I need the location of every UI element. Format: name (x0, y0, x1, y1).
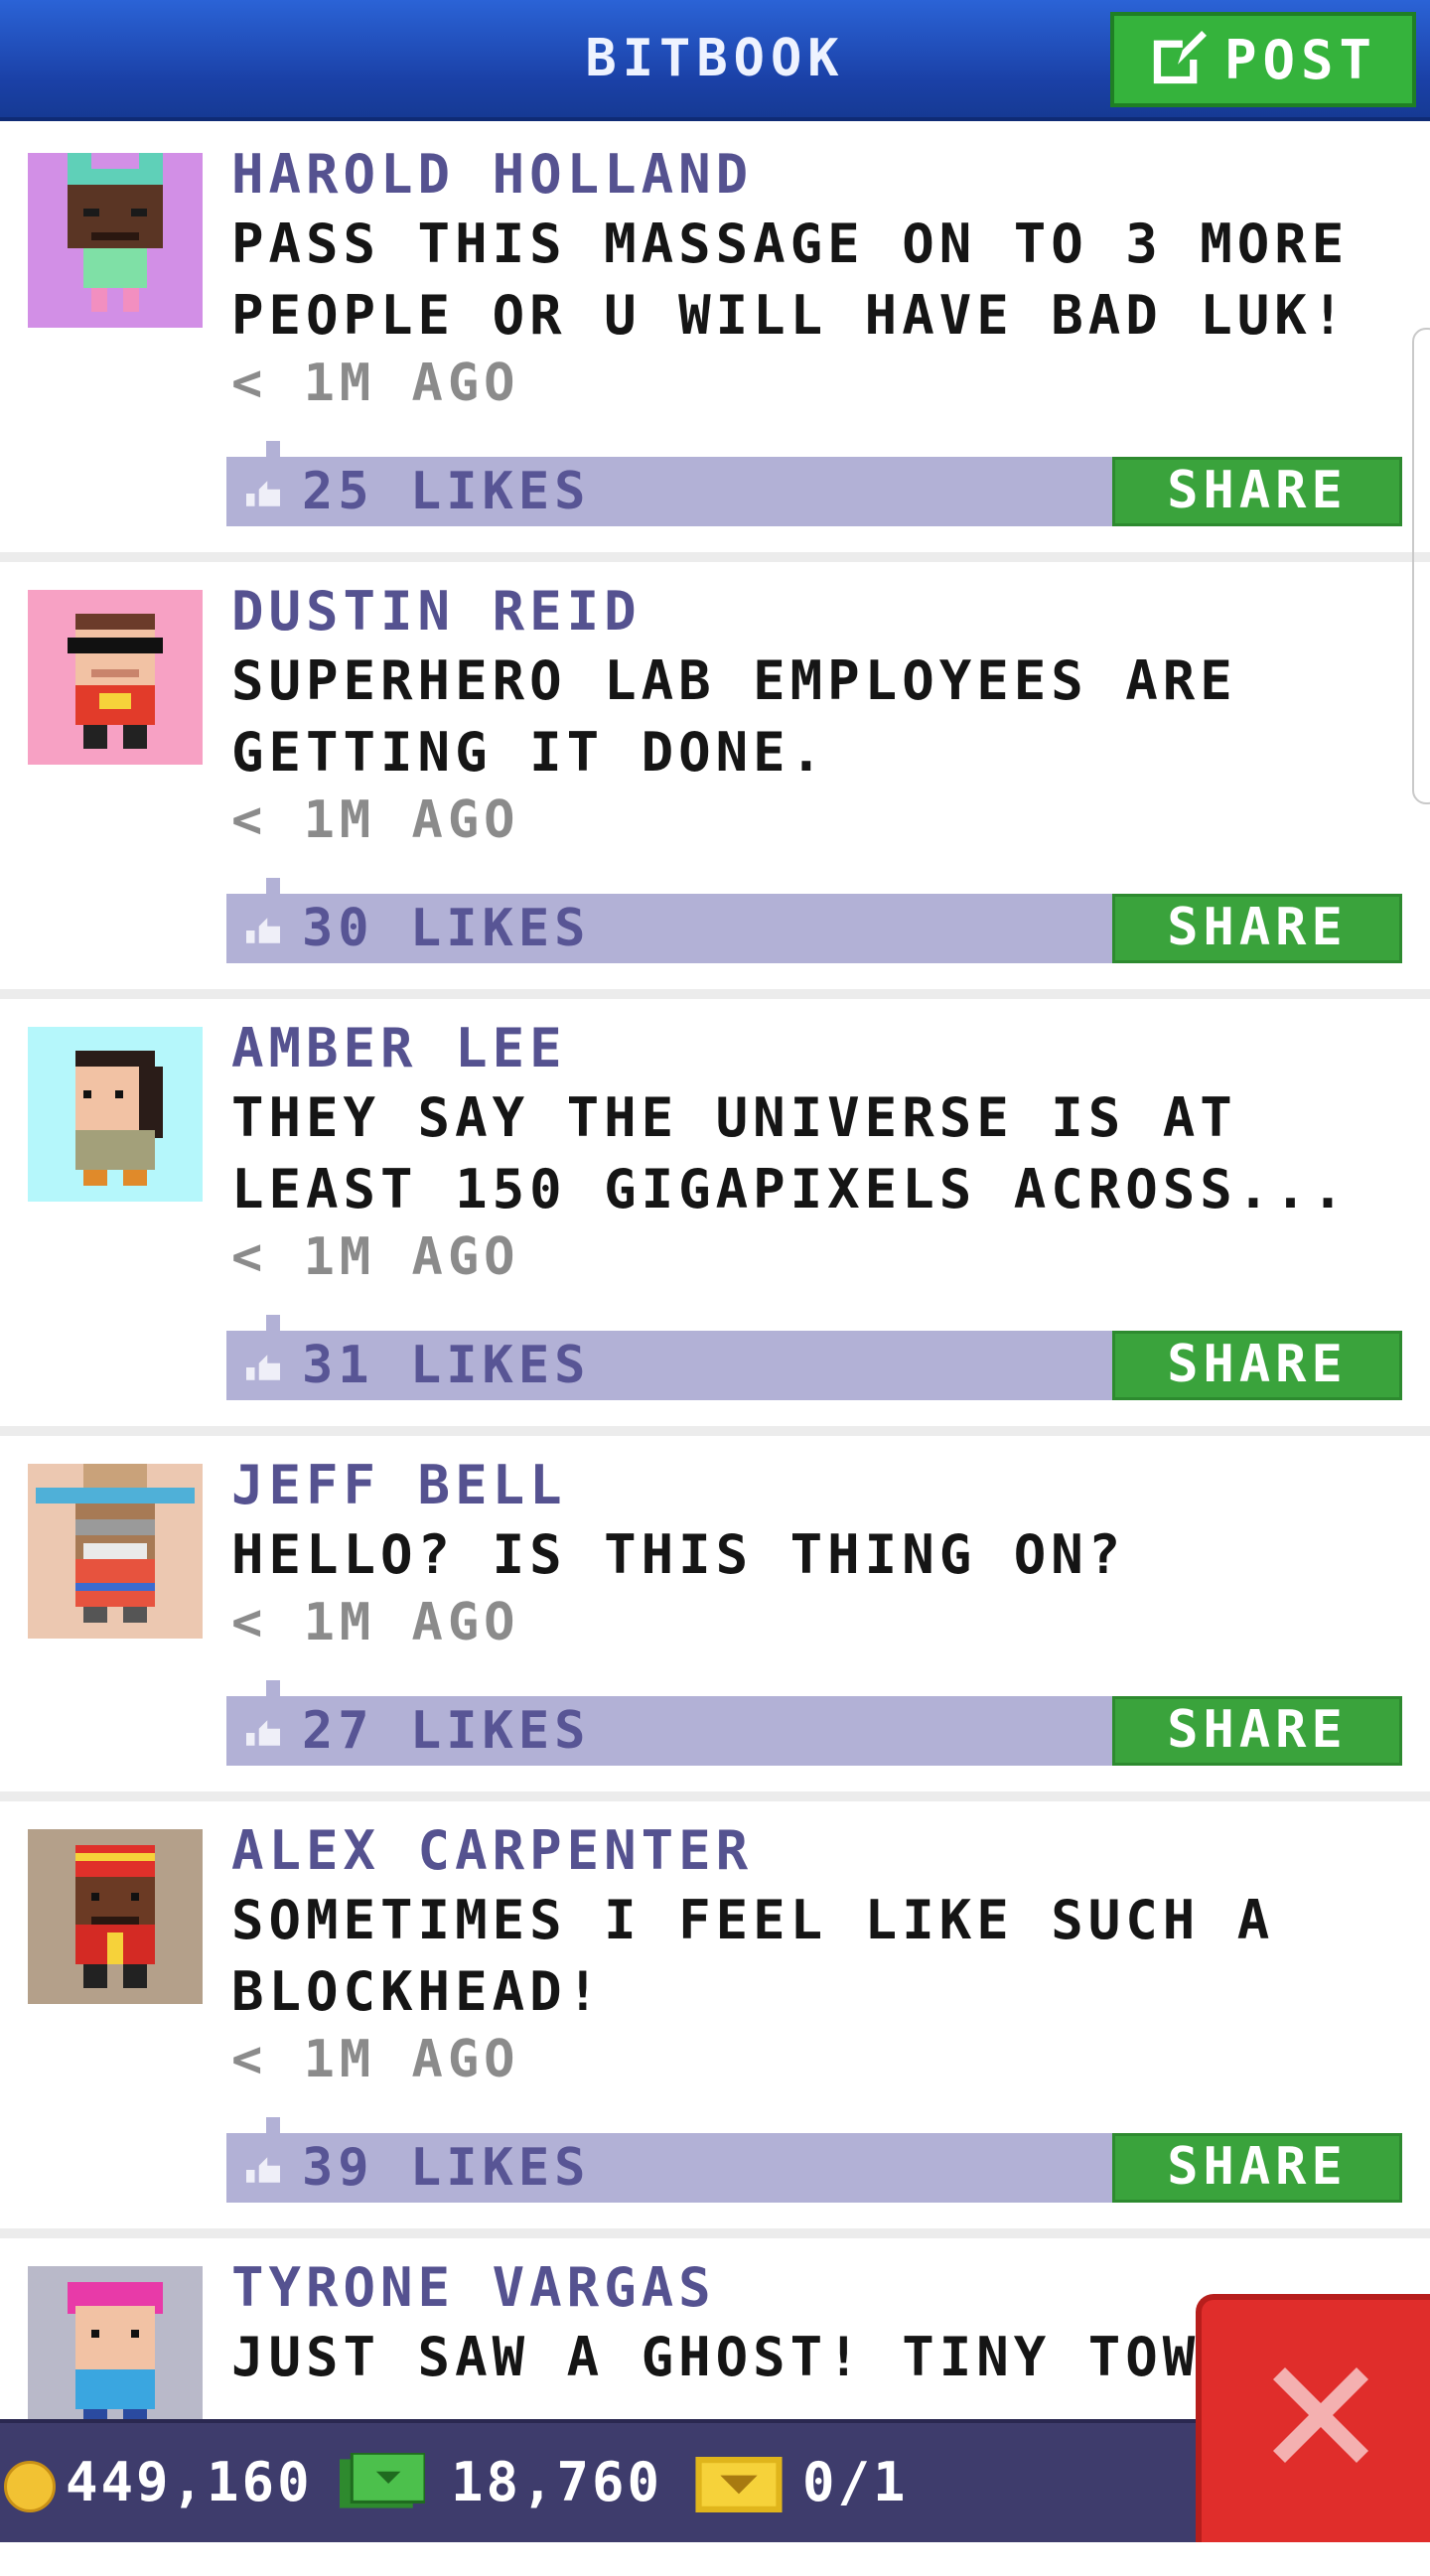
like-icon[interactable] (246, 1355, 280, 1380)
post-button-label: POST (1223, 28, 1378, 91)
avatar-image (28, 1027, 203, 1202)
avatar[interactable] (28, 1829, 203, 2004)
avatar-image (28, 590, 203, 765)
post-author[interactable]: HAROLD HOLLAND (231, 143, 753, 206)
avatar-image (28, 1464, 203, 1639)
like-icon[interactable] (246, 1720, 280, 1746)
close-button[interactable] (1196, 2294, 1430, 2542)
likes-count: 31 LIKES (302, 1336, 591, 1395)
edit-icon (1153, 31, 1207, 84)
likes-count: 25 LIKES (302, 462, 591, 521)
likes-bar: 31 LIKES SHARE (226, 1315, 1402, 1400)
post-author[interactable]: DUSTIN REID (231, 580, 642, 643)
bux-count: 18,760 (451, 2451, 663, 2513)
feed-post: HAROLD HOLLAND PASS THIS MASSAGE ON TO 3… (0, 125, 1430, 562)
likes-bar: 39 LIKES SHARE (226, 2117, 1402, 2203)
avatar[interactable] (28, 2266, 203, 2441)
vip-ticket-icon (695, 2457, 783, 2512)
post-time: < 1M AGO (231, 1227, 520, 1287)
post-time: < 1M AGO (231, 354, 520, 413)
post-message: SOMETIMES I FEEL LIKE SUCH A BLOCKHEAD! (231, 1889, 1275, 2023)
avatar[interactable] (28, 153, 203, 328)
post-feed[interactable]: HAROLD HOLLAND PASS THIS MASSAGE ON TO 3… (0, 125, 1430, 2576)
coin-count: 449,160 (66, 2451, 313, 2513)
like-icon[interactable] (246, 481, 280, 506)
avatar[interactable] (28, 590, 203, 765)
feed-post: DUSTIN REID SUPERHERO LAB EMPLOYEES ARE … (0, 562, 1430, 999)
likes-bar: 30 LIKES SHARE (226, 878, 1402, 963)
close-icon (1273, 2367, 1368, 2463)
post-message: SUPERHERO LAB EMPLOYEES ARE GETTING IT D… (231, 649, 1237, 784)
share-button[interactable]: SHARE (1112, 1696, 1402, 1766)
likes-count: 30 LIKES (302, 899, 591, 958)
share-button[interactable]: SHARE (1112, 894, 1402, 963)
avatar-image (28, 2266, 203, 2441)
avatar[interactable] (28, 1027, 203, 1202)
bux-icon (340, 2453, 425, 2508)
avatar[interactable] (28, 1464, 203, 1639)
post-message: PASS THIS MASSAGE ON TO 3 MORE PEOPLE OR… (231, 213, 1350, 347)
post-author[interactable]: TYRONE VARGAS (231, 2256, 716, 2319)
likes-bar: 27 LIKES SHARE (226, 1680, 1402, 1766)
coin-icon (4, 2461, 56, 2512)
share-button[interactable]: SHARE (1112, 1331, 1402, 1400)
avatar-image (28, 1829, 203, 2004)
vip-count: 0/1 (802, 2451, 909, 2513)
post-time: < 1M AGO (231, 1593, 520, 1652)
likes-count: 27 LIKES (302, 1701, 591, 1761)
post-message: HELLO? IS THIS THING ON? (231, 1523, 1126, 1586)
post-author[interactable]: AMBER LEE (231, 1017, 567, 1079)
avatar-image (28, 153, 203, 328)
post-message: THEY SAY THE UNIVERSE IS AT LEAST 150 GI… (231, 1086, 1350, 1220)
scroll-indicator[interactable] (1412, 328, 1430, 804)
feed-post: AMBER LEE THEY SAY THE UNIVERSE IS AT LE… (0, 999, 1430, 1436)
like-icon[interactable] (246, 2157, 280, 2183)
post-author[interactable]: JEFF BELL (231, 1454, 567, 1516)
likes-bar: 25 LIKES SHARE (226, 441, 1402, 526)
post-button[interactable]: POST (1110, 12, 1416, 107)
post-time: < 1M AGO (231, 790, 520, 850)
post-time: < 1M AGO (231, 2030, 520, 2089)
share-button[interactable]: SHARE (1112, 2133, 1402, 2203)
share-button[interactable]: SHARE (1112, 457, 1402, 526)
app-header: BITBOOK POST (0, 0, 1430, 121)
likes-count: 39 LIKES (302, 2138, 591, 2198)
like-icon[interactable] (246, 918, 280, 943)
feed-post: ALEX CARPENTER SOMETIMES I FEEL LIKE SUC… (0, 1801, 1430, 2238)
post-author[interactable]: ALEX CARPENTER (231, 1819, 753, 1882)
feed-post: JEFF BELL HELLO? IS THIS THING ON? < 1M … (0, 1436, 1430, 1801)
